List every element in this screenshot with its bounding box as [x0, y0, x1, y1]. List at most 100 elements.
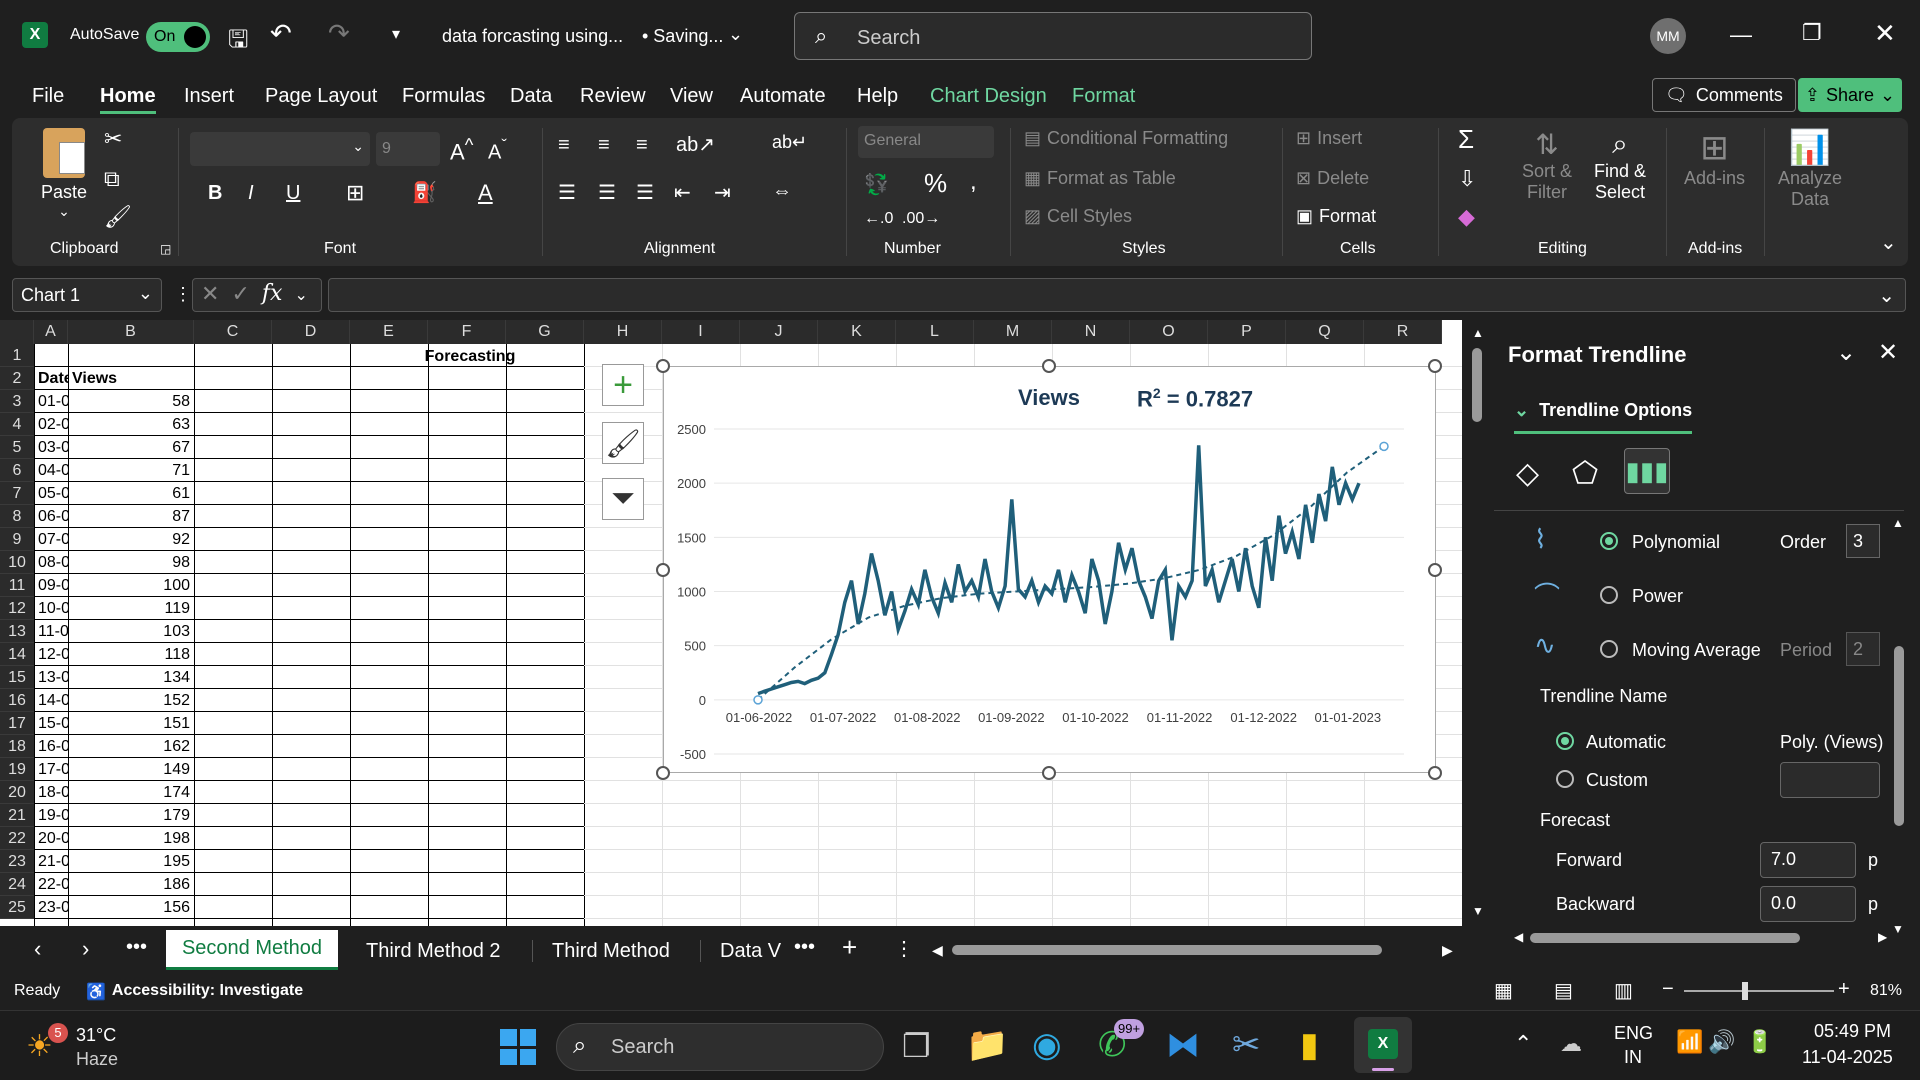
column-header-l[interactable]: L [896, 320, 974, 344]
analyze-data-button[interactable]: 📊 Analyze Data [1778, 128, 1842, 210]
date-cell[interactable]: 18-06-2022 [34, 781, 68, 804]
column-header-g[interactable]: G [506, 320, 584, 344]
column-header-c[interactable]: C [194, 320, 272, 344]
pane-horizontal-scrollbar[interactable]: ◀ ▶ [1514, 930, 1894, 946]
trendline-options-icon[interactable]: ▮▮▮ [1624, 448, 1670, 494]
page-break-view-icon[interactable]: ▥ [1614, 978, 1633, 1003]
file-name[interactable]: data forcasting using... [442, 26, 623, 47]
row-header[interactable]: 25 [0, 896, 34, 919]
scroll-right-icon[interactable]: ▶ [1878, 930, 1887, 944]
chart-elements-button[interactable]: + [602, 364, 644, 406]
chart-handle-bl[interactable] [656, 766, 670, 780]
align-center-icon[interactable]: ☰ [598, 180, 616, 205]
underline-icon[interactable]: U [286, 182, 300, 205]
power-radio[interactable] [1600, 586, 1618, 604]
autosave-toggle[interactable]: On [146, 22, 210, 52]
date-cell[interactable]: 07-06-2022 [34, 528, 68, 551]
dialog-launcher-icon[interactable]: ◲ [160, 242, 171, 256]
custom-label[interactable]: Custom [1586, 770, 1648, 791]
pane-options-icon[interactable]: ⌄ [1836, 338, 1856, 367]
snipping-tool-icon[interactable]: ✂ [1232, 1025, 1261, 1065]
trendline-options-tab[interactable]: ⌄ Trendline Options [1514, 400, 1693, 434]
date-cell[interactable]: 11-06-2022 [34, 620, 68, 643]
row-header[interactable]: 15 [0, 666, 34, 689]
tab-help[interactable]: Help [857, 78, 898, 114]
borders-icon[interactable]: ⊞ [346, 180, 364, 206]
conditional-formatting-button[interactable]: ▤ Conditional Formatting [1024, 128, 1228, 149]
date-cell[interactable]: 05-06-2022 [34, 482, 68, 505]
row-header[interactable]: 17 [0, 712, 34, 735]
scroll-left-icon[interactable]: ◀ [932, 942, 943, 959]
series-line-views[interactable] [757, 445, 1361, 696]
date-cell[interactable]: 14-06-2022 [34, 689, 68, 712]
sheet-tab-third-method[interactable]: Third Method [552, 940, 670, 963]
tab-formulas[interactable]: Formulas [402, 78, 485, 114]
clock-time[interactable]: 05:49 PM [1814, 1021, 1891, 1042]
row-header[interactable]: 7 [0, 482, 34, 505]
chart-handle-tr[interactable] [1428, 359, 1442, 373]
date-cell[interactable]: 01-06-2022 [34, 390, 68, 413]
tab-chart-design[interactable]: Chart Design [930, 78, 1047, 114]
bold-icon[interactable]: B [208, 182, 222, 205]
scroll-left-icon[interactable]: ◀ [1514, 930, 1523, 944]
row-header[interactable]: 1 [0, 344, 34, 367]
volume-icon[interactable]: 🔊 [1708, 1029, 1735, 1055]
column-header-d[interactable]: D [272, 320, 350, 344]
zoom-in-icon[interactable]: + [1838, 978, 1850, 1001]
trendline-endpoint[interactable] [1379, 441, 1389, 452]
taskbar-search[interactable]: ⌕ Search [556, 1023, 884, 1071]
more-icon[interactable]: ⋮ [174, 284, 192, 305]
decrease-decimal-icon[interactable]: .00→ [902, 210, 940, 228]
views-cell[interactable]: 134 [68, 666, 194, 689]
accounting-icon[interactable]: 💱 [864, 172, 889, 197]
views-cell[interactable]: 179 [68, 804, 194, 827]
date-cell[interactable]: 08-06-2022 [34, 551, 68, 574]
views-cell[interactable]: 156 [68, 896, 194, 919]
battery-icon[interactable]: 🔋 [1746, 1029, 1773, 1055]
format-as-table-button[interactable]: ▦ Format as Table [1024, 168, 1176, 189]
select-all-corner[interactable] [0, 320, 34, 344]
row-header[interactable]: 10 [0, 551, 34, 574]
tab-page-layout[interactable]: Page Layout [265, 78, 377, 114]
zoom-level[interactable]: 81% [1870, 982, 1902, 1000]
row-header[interactable]: 23 [0, 850, 34, 873]
row-header[interactable]: 12 [0, 597, 34, 620]
views-cell[interactable]: 195 [68, 850, 194, 873]
row-header[interactable]: 11 [0, 574, 34, 597]
trendline-endpoint[interactable] [753, 695, 763, 705]
row-header[interactable]: 4 [0, 413, 34, 436]
chart-handle-ml[interactable] [656, 563, 670, 577]
format-cells-button[interactable]: ▣ Format [1296, 206, 1376, 227]
orientation-icon[interactable]: ab↗ [676, 132, 715, 157]
views-cell[interactable]: 61 [68, 482, 194, 505]
moving-average-label[interactable]: Moving Average [1632, 640, 1761, 661]
chart-styles-button[interactable]: 🖌 [602, 422, 644, 464]
views-cell[interactable]: 67 [68, 436, 194, 459]
increase-indent-icon[interactable]: ⇥ [714, 180, 731, 205]
date-cell[interactable]: 23-06-2022 [34, 896, 68, 919]
date-cell[interactable]: 13-06-2022 [34, 666, 68, 689]
zoom-slider[interactable] [1684, 982, 1834, 1000]
font-name-box[interactable]: ⌄ [190, 132, 370, 166]
chart-filters-button[interactable]: ⏷ [602, 478, 644, 520]
align-bottom-icon[interactable]: ≡ [636, 134, 648, 157]
onedrive-icon[interactable]: ☁ [1560, 1031, 1582, 1057]
fill-line-icon[interactable]: ◇ [1516, 456, 1539, 491]
zoom-slider-thumb[interactable] [1742, 982, 1748, 1000]
copy-icon[interactable]: ⧉ [104, 166, 120, 192]
tab-format[interactable]: Format [1072, 78, 1135, 114]
increase-font-icon[interactable]: A^ [450, 134, 473, 165]
cancel-icon[interactable]: ✕ [201, 281, 219, 309]
moving-average-radio[interactable] [1600, 640, 1618, 658]
column-header-k[interactable]: K [818, 320, 896, 344]
row-header[interactable]: 13 [0, 620, 34, 643]
column-header-i[interactable]: I [662, 320, 740, 344]
column-header-a[interactable]: A [34, 320, 68, 344]
row-header[interactable]: 22 [0, 827, 34, 850]
effects-icon[interactable]: ⬠ [1572, 456, 1598, 491]
row-header[interactable]: 14 [0, 643, 34, 666]
views-cell[interactable]: 103 [68, 620, 194, 643]
column-header-m[interactable]: M [974, 320, 1052, 344]
delete-cells-button[interactable]: ⊠ Delete [1296, 168, 1369, 189]
wifi-icon[interactable]: 📶 [1676, 1029, 1703, 1055]
